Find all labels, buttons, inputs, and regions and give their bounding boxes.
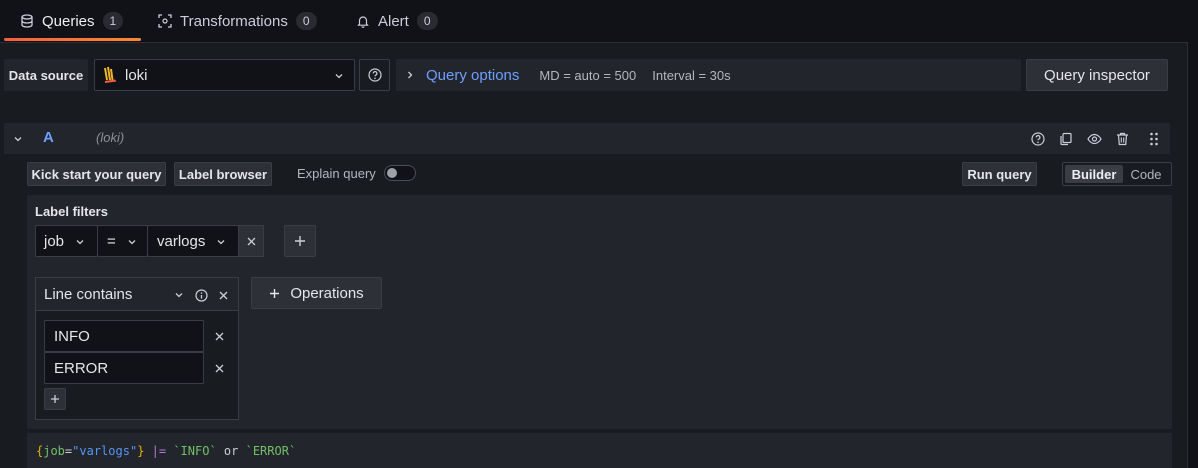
- kick-start-button[interactable]: Kick start your query: [27, 162, 166, 186]
- explain-query-label: Explain query: [297, 166, 376, 181]
- label-operator-select[interactable]: =: [97, 225, 148, 257]
- tab-transformations[interactable]: Transformations 0: [158, 0, 317, 42]
- drag-handle-icon: [1149, 132, 1159, 146]
- close-icon: [215, 364, 224, 373]
- count-badge: 1: [102, 12, 124, 30]
- query-inspector-button[interactable]: Query inspector: [1026, 59, 1168, 91]
- transform-icon: [158, 14, 172, 28]
- query-options-bar[interactable]: Query options MD = auto = 500 Interval =…: [396, 59, 1021, 91]
- close-icon: [247, 237, 256, 246]
- preview-brace-open: {: [36, 444, 44, 458]
- operation-value-input[interactable]: ERROR: [44, 352, 204, 384]
- help-icon: [367, 68, 382, 82]
- tab-label: Alert: [378, 12, 409, 30]
- query-row-header: [4, 123, 1170, 154]
- count-badge: 0: [416, 12, 438, 30]
- tab-queries[interactable]: Queries 1: [20, 0, 124, 42]
- toggle-query-visibility-button[interactable]: [1086, 131, 1102, 147]
- bell-icon: [356, 14, 370, 28]
- remove-value-button[interactable]: [212, 361, 226, 375]
- loki-logo-icon: [103, 66, 119, 84]
- query-options-interval: Interval = 30s: [652, 67, 731, 83]
- query-options-title: Query options: [426, 66, 520, 84]
- label-name-select[interactable]: job: [35, 225, 98, 257]
- query-help-button[interactable]: [1030, 131, 1046, 147]
- preview-operator: =: [64, 444, 73, 458]
- query-ref-id[interactable]: A: [43, 129, 54, 146]
- chevron-down-icon: [216, 237, 226, 247]
- duplicate-query-button[interactable]: [1058, 131, 1074, 147]
- preview-string: `ERROR`: [245, 444, 297, 458]
- remove-query-button[interactable]: [1114, 131, 1130, 147]
- label-filters-title: Label filters: [35, 204, 108, 219]
- chevron-down-icon: [174, 290, 184, 300]
- help-icon: [1031, 132, 1045, 146]
- chevron-down-icon: [127, 237, 137, 247]
- operation-value-input[interactable]: INFO: [44, 320, 204, 352]
- add-value-button[interactable]: [44, 388, 66, 410]
- add-operation-button[interactable]: Operations: [251, 277, 382, 309]
- explain-query-toggle[interactable]: [384, 165, 416, 181]
- query-editor-panel: Data source loki Query options MD = auto…: [0, 42, 1188, 468]
- plus-icon: [50, 394, 60, 404]
- operation-switch-button[interactable]: [172, 288, 186, 302]
- tab-label: Transformations: [180, 12, 288, 30]
- remove-value-button[interactable]: [212, 329, 226, 343]
- collapse-query-button[interactable]: [10, 131, 26, 147]
- preview-label-name: job: [43, 444, 65, 458]
- add-label-filter-button[interactable]: [284, 225, 316, 257]
- preview-string: `INFO`: [173, 444, 217, 458]
- trash-icon: [1116, 132, 1129, 146]
- plus-icon: [269, 288, 280, 299]
- run-query-button[interactable]: Run query: [962, 162, 1037, 186]
- datasource-help-button[interactable]: [359, 59, 390, 91]
- drag-handle[interactable]: [1146, 131, 1162, 147]
- preview-or: or: [216, 444, 246, 458]
- preview-brace-close: }: [137, 444, 145, 458]
- label-browser-button[interactable]: Label browser: [174, 162, 272, 186]
- toggle-knob: [387, 168, 397, 178]
- query-options-md: MD = auto = 500: [539, 67, 637, 83]
- plus-icon: [294, 235, 306, 247]
- eye-icon: [1086, 133, 1102, 145]
- tab-alert[interactable]: Alert 0: [356, 0, 438, 42]
- info-icon: [194, 288, 208, 302]
- preview-label-value: "varlogs": [72, 444, 138, 458]
- close-icon: [215, 332, 224, 341]
- chevron-down-icon: [334, 71, 344, 81]
- label-value-select[interactable]: varlogs: [147, 225, 239, 257]
- code-mode-button[interactable]: Code: [1123, 165, 1169, 183]
- remove-operation-button[interactable]: [216, 288, 230, 302]
- active-tab-indicator: [4, 38, 141, 41]
- builder-mode-button[interactable]: Builder: [1065, 165, 1123, 183]
- preview-pipe: |=: [144, 444, 174, 458]
- count-badge: 0: [295, 12, 317, 30]
- datasource-label: Data source: [4, 59, 88, 91]
- operation-info-button[interactable]: [194, 288, 208, 302]
- tab-label: Queries: [42, 12, 95, 30]
- editor-mode-switch: Builder Code: [1062, 162, 1172, 186]
- remove-label-filter-button[interactable]: [238, 225, 264, 257]
- copy-icon: [1059, 132, 1073, 146]
- query-datasource-name: (loki): [96, 130, 125, 145]
- chevron-down-icon: [13, 134, 23, 144]
- close-icon: [219, 291, 228, 300]
- chevron-right-icon: [406, 70, 414, 80]
- query-preview: {job = "varlogs"} |= `INFO` or `ERROR`: [27, 433, 1172, 468]
- datasource-picker[interactable]: loki: [94, 59, 355, 91]
- chevron-down-icon: [75, 237, 85, 247]
- operation-name[interactable]: Line contains: [44, 286, 132, 303]
- database-icon: [20, 14, 34, 28]
- datasource-value: loki: [125, 66, 148, 84]
